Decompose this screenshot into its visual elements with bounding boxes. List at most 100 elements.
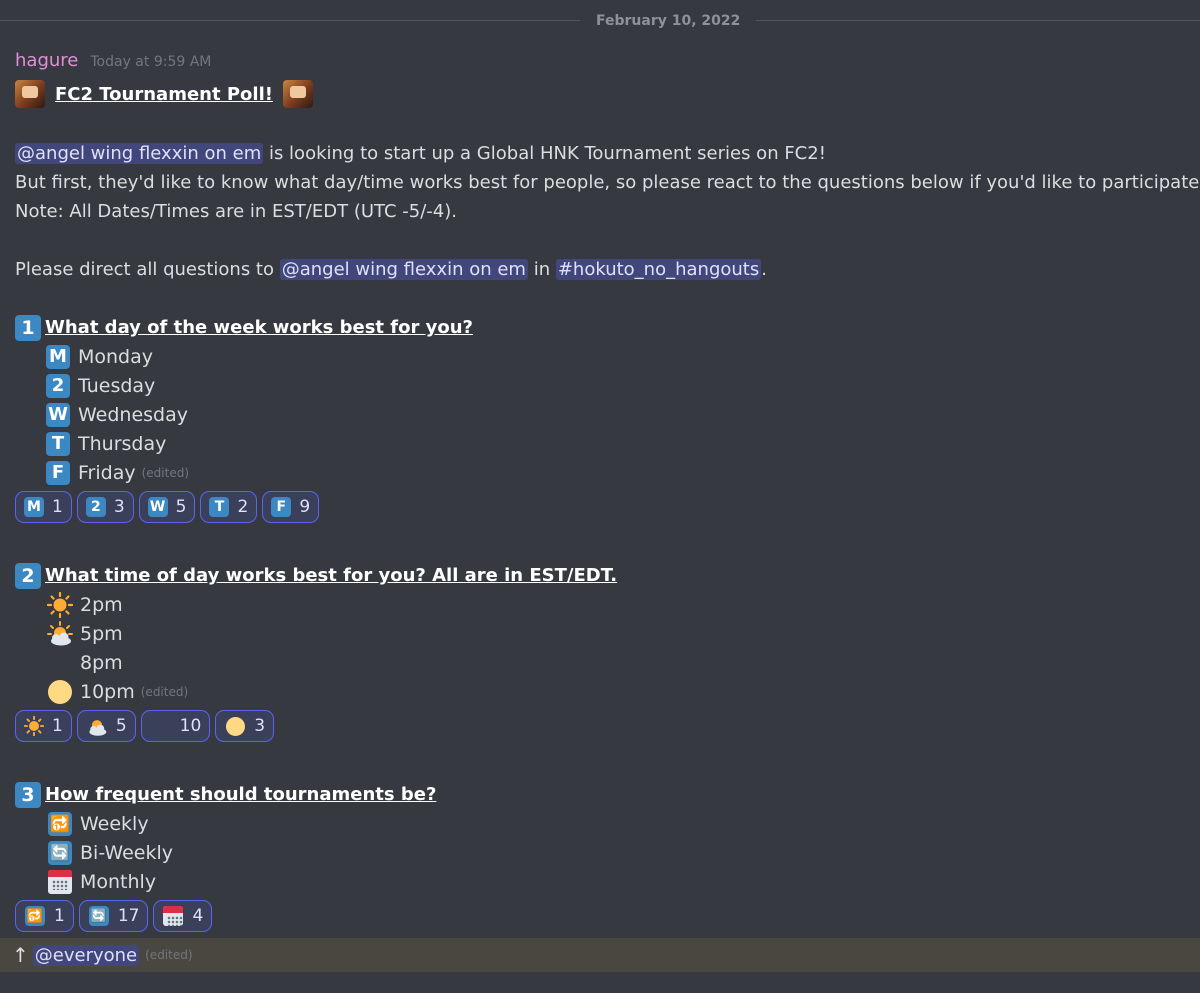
reaction-count: 1 (52, 716, 63, 736)
option-label: 10pm (80, 680, 135, 703)
question-2-title: What time of day works best for you? All… (45, 565, 618, 586)
option-weekly: 🔂 Weekly (15, 809, 1185, 838)
reaction-count: 2 (237, 497, 249, 517)
repeat-icon: 🔄 (88, 905, 110, 927)
option-label: Wednesday (78, 403, 189, 426)
question-3-reactions: 🔂 1 🔄 17 4 (15, 900, 1185, 934)
keycap-3-icon: 3 (15, 781, 41, 808)
full-moon-icon (46, 678, 74, 706)
repeat-one-icon: 🔂 (46, 810, 74, 838)
option-10pm: 10pm (edited) (15, 677, 1185, 706)
repeat-glyph: 🔄 (48, 840, 72, 865)
question-1-reactions: M1 23 W5 T2 F9 (15, 491, 1185, 525)
reaction-monthly[interactable]: 4 (153, 900, 213, 932)
question-3-title: How frequent should tournaments be? (45, 784, 437, 805)
sun-behind-cloud-icon (46, 620, 74, 648)
question-3-heading: 3 How frequent should tournaments be? (15, 780, 1185, 809)
option-label: Monthly (80, 870, 157, 893)
reaction-count: 5 (175, 497, 187, 517)
option-label: 8pm (80, 651, 123, 674)
reaction-count: 17 (117, 906, 140, 926)
option-label: 2pm (80, 593, 123, 616)
repeat-icon: 🔄 (46, 839, 74, 867)
keycap-2-icon: 2 (85, 497, 106, 517)
option-label: 5pm (80, 622, 123, 645)
option-5pm: 5pm (15, 619, 1185, 648)
repeat-one-icon: 🔂 (24, 905, 46, 927)
crescent-moon-icon (150, 715, 172, 737)
author-name[interactable]: hagure (15, 50, 78, 71)
option-monday: M Monday (15, 342, 1185, 371)
option-label: Friday (78, 461, 136, 484)
repeat-one-glyph: 🔂 (25, 906, 45, 926)
option-bi-weekly: 🔄 Bi-Weekly (15, 838, 1185, 867)
up-arrow-icon: ↑ (12, 943, 29, 967)
reaction-count: 4 (192, 906, 204, 926)
intro-text: is looking to start up a Global HNK Tour… (263, 143, 826, 164)
option-2pm: 2pm (15, 590, 1185, 619)
sun-icon (24, 716, 44, 736)
user-mention-2[interactable]: @angel wing flexxin on em (279, 259, 528, 280)
question-1-title: What day of the week works best for you? (45, 317, 474, 338)
reaction-5pm[interactable]: 5 (76, 710, 136, 742)
fighter-emoji-icon (15, 80, 45, 108)
repeat-glyph: 🔄 (88, 906, 109, 926)
option-monthly: Monthly (15, 867, 1185, 896)
letter-m-icon: M (24, 497, 44, 517)
reaction-count: 3 (113, 497, 125, 517)
user-mention[interactable]: @angel wing flexxin on em (15, 143, 264, 164)
mention-highlight-line: ↑ @everyone (edited) (0, 938, 1200, 972)
letter-m-icon: M (46, 344, 70, 369)
crescent-moon-icon (46, 649, 74, 677)
fighter-ok-emoji-icon (282, 80, 313, 108)
sun-icon (46, 591, 74, 619)
reaction-count: 3 (254, 716, 266, 736)
option-thursday: T Thursday (15, 429, 1185, 458)
letter-f-icon: F (271, 497, 292, 517)
period-text: . (761, 259, 767, 280)
direct-text: Please direct all questions to (15, 259, 280, 280)
sun-behind-cloud-icon (86, 715, 108, 737)
option-label: Weekly (80, 812, 149, 835)
reaction-count: 1 (52, 497, 63, 517)
direct-in-text: in (527, 259, 556, 280)
option-wednesday: W Wednesday (15, 400, 1185, 429)
calendar-icon (162, 905, 184, 927)
reaction-tuesday[interactable]: 23 (76, 491, 134, 523)
reaction-8pm[interactable]: 10 (140, 710, 211, 742)
letter-w-icon: W (46, 402, 70, 427)
option-label: Tuesday (78, 374, 156, 397)
question-2-heading: 2 What time of day works best for you? A… (15, 561, 1185, 590)
date-divider: February 10, 2022 (580, 10, 757, 32)
keycap-2-icon: 2 (46, 373, 70, 398)
question-2-reactions: 1 5 10 3 (15, 710, 1185, 744)
reaction-count: 5 (115, 716, 127, 736)
option-label: Thursday (78, 432, 167, 455)
calendar-icon (46, 868, 74, 896)
reaction-friday[interactable]: F9 (262, 491, 320, 523)
option-label: Bi-Weekly (80, 841, 173, 864)
full-moon-icon (224, 715, 246, 737)
reaction-count: 9 (299, 497, 311, 517)
message: hagure Today at 9:59 AM FC2 Tournament P… (15, 50, 1200, 934)
reaction-bi-weekly[interactable]: 🔄 17 (78, 900, 149, 932)
reaction-weekly[interactable]: 🔂 1 (15, 900, 74, 932)
reaction-thursday[interactable]: T2 (200, 491, 258, 523)
letter-t-icon: T (46, 431, 70, 456)
option-8pm: 8pm (15, 648, 1185, 677)
channel-mention[interactable]: #hokuto_no_hangouts (555, 259, 762, 280)
letter-w-icon: W (147, 497, 168, 517)
reaction-10pm[interactable]: 3 (215, 710, 275, 742)
timezone-note: Note: All Dates/Times are in EST/EDT (UT… (15, 201, 457, 222)
reaction-monday[interactable]: M1 (15, 491, 72, 523)
everyone-mention[interactable]: @everyone (32, 944, 140, 966)
edited-label: (edited) (141, 465, 189, 480)
edited-label: (edited) (145, 948, 193, 962)
option-label: Monday (78, 345, 154, 368)
reaction-wednesday[interactable]: W5 (138, 491, 196, 523)
option-friday: F Friday (edited) (15, 458, 1185, 487)
option-tuesday: 2 Tuesday (15, 371, 1185, 400)
timestamp[interactable]: Today at 9:59 AM (90, 54, 211, 70)
reaction-2pm[interactable]: 1 (15, 710, 72, 742)
reaction-count: 1 (54, 906, 65, 926)
